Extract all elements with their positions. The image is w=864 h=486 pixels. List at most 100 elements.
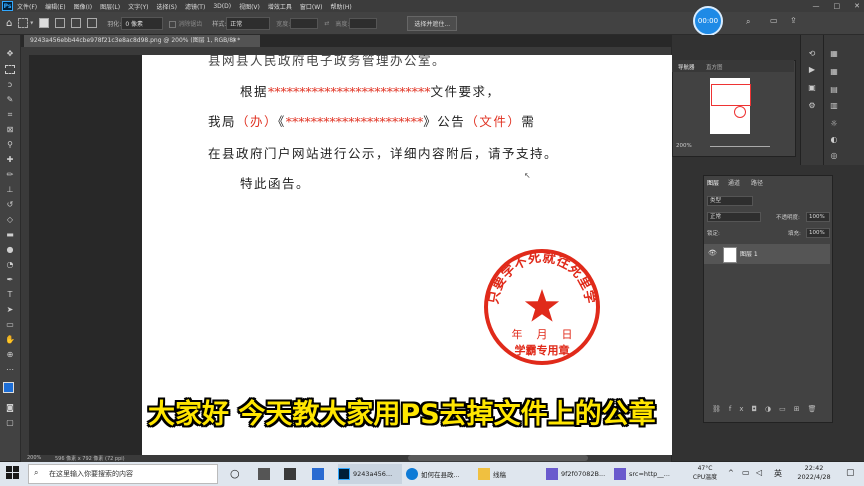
tab-channels[interactable]: 通道: [728, 178, 740, 187]
menu-layer[interactable]: 图层(L): [100, 2, 120, 11]
gradients-panel-icon[interactable]: ▤: [828, 85, 840, 94]
horizontal-scrollbar[interactable]: [408, 455, 588, 461]
tool-presets-icon[interactable]: ⚙: [806, 101, 818, 110]
pen-tool-icon[interactable]: ✒: [5, 275, 15, 285]
frame-tool-icon[interactable]: ⊠: [5, 125, 15, 135]
maximize-icon[interactable]: □: [834, 2, 841, 10]
hand-tool-icon[interactable]: ✋: [5, 335, 15, 345]
taskbar-app-icon-3[interactable]: [312, 468, 324, 480]
menu-help[interactable]: 帮助(H): [331, 2, 352, 11]
foreground-color-swatch[interactable]: [3, 382, 14, 393]
network-icon[interactable]: ▭: [742, 468, 750, 477]
move-tool-icon[interactable]: ✥: [5, 49, 15, 59]
path-select-icon[interactable]: ➤: [5, 305, 15, 315]
adjustments-panel-icon[interactable]: ◐: [828, 135, 840, 144]
menu-type[interactable]: 文字(Y): [128, 2, 148, 11]
quick-select-icon[interactable]: ✎: [5, 95, 15, 105]
dodge-tool-icon[interactable]: ◔: [5, 260, 15, 270]
new-layer-icon[interactable]: ⊞: [794, 405, 808, 413]
marquee-tool-preset-icon[interactable]: ▾: [18, 18, 33, 28]
taskbar-app-image1[interactable]: 9f2f07082B...: [546, 464, 610, 484]
ime-indicator[interactable]: 英: [774, 468, 782, 479]
healing-brush-icon[interactable]: ✚: [5, 155, 15, 165]
swap-icon[interactable]: ⇄: [324, 20, 329, 27]
menu-view[interactable]: 视图(V): [239, 2, 260, 11]
menu-filter[interactable]: 滤镜(T): [185, 2, 205, 11]
tab-navigator[interactable]: 导航器: [678, 63, 695, 71]
actions-panel-icon[interactable]: ▶: [806, 65, 818, 74]
task-view-icon[interactable]: ○: [230, 467, 240, 480]
tab-histogram[interactable]: 直方图: [706, 63, 723, 71]
feather-input[interactable]: 0 像素: [121, 16, 164, 30]
minimize-icon[interactable]: —: [813, 2, 820, 10]
marquee-tool-icon[interactable]: [5, 65, 15, 74]
learn-panel-icon[interactable]: ☼: [828, 119, 840, 128]
more-tools-icon[interactable]: ⋯: [5, 365, 15, 375]
height-input[interactable]: [349, 17, 378, 29]
antialias-checkbox[interactable]: 消除锯齿: [169, 19, 202, 28]
brush-tool-icon[interactable]: ✏: [5, 170, 15, 180]
notification-icon[interactable]: ▢: [846, 468, 855, 478]
eraser-icon[interactable]: ◇: [5, 215, 15, 225]
blur-tool-icon[interactable]: ●: [5, 245, 15, 255]
select-and-mask-button[interactable]: 选择并遮住...: [407, 15, 458, 31]
status-zoom[interactable]: 200%: [27, 455, 41, 461]
search-icon[interactable]: ⌕: [746, 17, 750, 27]
subtract-selection-icon[interactable]: [71, 18, 82, 28]
taskbar-app-icon-2[interactable]: [284, 468, 296, 480]
close-tab-icon[interactable]: ✕: [232, 35, 237, 47]
share-icon[interactable]: ⇪: [790, 16, 797, 25]
recording-timer[interactable]: 00:00: [693, 6, 723, 36]
fx-icon[interactable]: fx: [729, 405, 752, 413]
menu-window[interactable]: 窗口(W): [300, 2, 323, 11]
lasso-tool-icon[interactable]: ↄ: [5, 80, 15, 90]
tray-expand-icon[interactable]: ^: [728, 469, 734, 477]
quick-mask-icon[interactable]: ◙: [5, 403, 15, 413]
navigator-zoom-slider[interactable]: [710, 146, 770, 147]
volume-icon[interactable]: ◁: [756, 468, 762, 477]
crop-tool-icon[interactable]: ⌗: [5, 110, 15, 120]
navigator-zoom[interactable]: 200%: [676, 143, 692, 149]
info-panel-icon[interactable]: ▣: [806, 83, 818, 92]
windows-start-icon[interactable]: [6, 466, 20, 480]
libraries-panel-icon[interactable]: ◎: [828, 151, 840, 160]
close-icon[interactable]: ✕: [854, 2, 860, 10]
gradient-tool-icon[interactable]: ▬: [5, 230, 15, 240]
taskbar-clock[interactable]: 22:42 2022/4/28: [792, 464, 836, 482]
visibility-eye-icon[interactable]: 👁: [708, 249, 717, 257]
history-panel-icon[interactable]: ⟲: [806, 49, 818, 58]
intersect-selection-icon[interactable]: [87, 18, 98, 28]
shape-tool-icon[interactable]: ▭: [5, 320, 15, 330]
tab-paths[interactable]: 路径: [751, 178, 763, 187]
swatches-panel-icon[interactable]: ▦: [828, 67, 840, 76]
width-input[interactable]: [290, 17, 319, 29]
workspace-icon[interactable]: ▭: [770, 16, 778, 25]
delete-layer-icon[interactable]: 🗑: [808, 405, 825, 413]
menu-select[interactable]: 选择(S): [156, 2, 177, 11]
color-panel-icon[interactable]: ▦: [828, 49, 840, 58]
history-brush-icon[interactable]: ↺: [5, 200, 15, 210]
screen-mode-icon[interactable]: ▢: [5, 418, 15, 428]
eyedropper-icon[interactable]: ⚲: [5, 140, 15, 150]
taskbar-app-image2[interactable]: src=http__...: [614, 464, 678, 484]
add-mask-icon[interactable]: ◘: [752, 405, 766, 413]
cpu-temp-widget[interactable]: 47°C CPU温度: [690, 464, 720, 482]
taskbar-app-photoshop[interactable]: 9243a456...: [338, 464, 402, 484]
link-layers-icon[interactable]: ⛓: [712, 405, 729, 413]
navigator-thumbnail[interactable]: [710, 78, 751, 134]
adjustment-layer-icon[interactable]: ◑: [765, 405, 779, 413]
layer-kind-filter[interactable]: 类型: [707, 196, 753, 206]
add-selection-icon[interactable]: [55, 18, 66, 28]
taskbar-app-folder[interactable]: 线稿: [478, 464, 538, 484]
home-icon[interactable]: ⌂: [6, 18, 12, 29]
menu-3d[interactable]: 3D(D): [213, 3, 231, 10]
tab-layers[interactable]: 图层: [707, 178, 719, 187]
zoom-tool-icon[interactable]: ⊕: [5, 350, 15, 360]
fill-input[interactable]: 100%: [806, 228, 830, 238]
menu-file[interactable]: 文件(F): [17, 2, 37, 11]
menu-plugins[interactable]: 增效工具: [268, 2, 292, 11]
patterns-panel-icon[interactable]: ▥: [828, 101, 840, 110]
navigator-view-box[interactable]: [711, 84, 751, 106]
taskbar-app-edge[interactable]: 如何在县政...: [406, 464, 470, 484]
new-selection-icon[interactable]: [39, 18, 50, 28]
